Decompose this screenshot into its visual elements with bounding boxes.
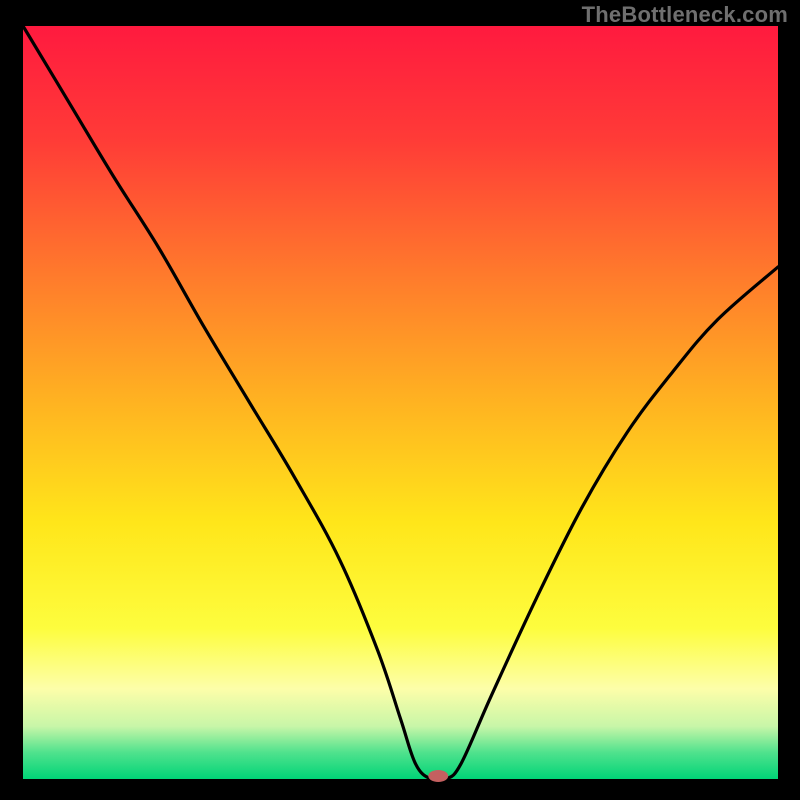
chart-container: TheBottleneck.com [0,0,800,800]
optimal-marker [428,770,448,782]
plot-background [23,26,778,779]
watermark-text: TheBottleneck.com [582,2,788,28]
bottleneck-chart [0,0,800,800]
